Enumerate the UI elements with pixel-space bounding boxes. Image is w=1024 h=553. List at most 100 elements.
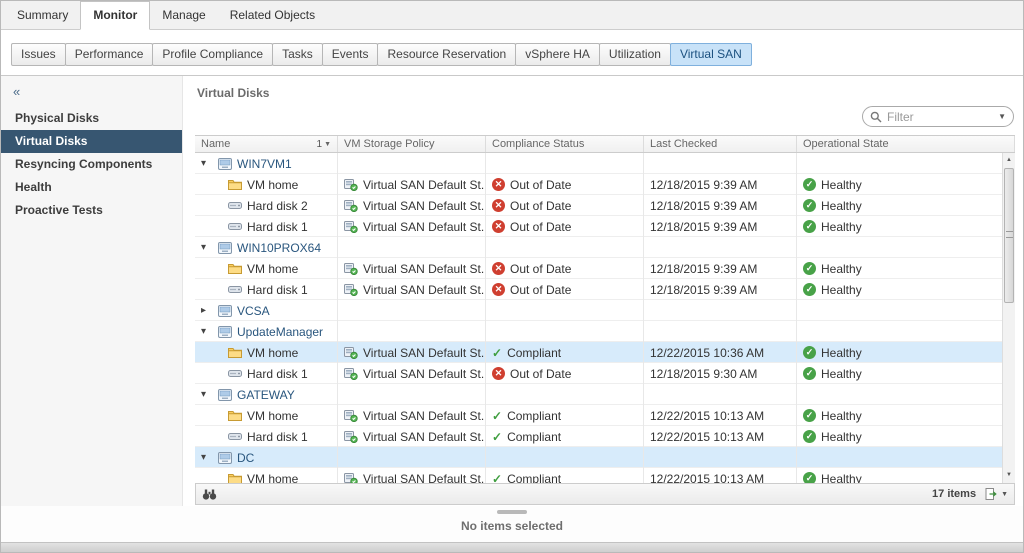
folder-icon xyxy=(228,347,242,358)
compliance-cell: ✓Compliant xyxy=(486,405,644,426)
filter-box[interactable]: ▼ xyxy=(862,106,1014,127)
op-state-text: Healthy xyxy=(821,472,862,485)
sidebar-item-resyncing-components[interactable]: Resyncing Components xyxy=(1,153,182,176)
tab-related-objects[interactable]: Related Objects xyxy=(218,2,327,29)
find-icon[interactable] xyxy=(202,489,217,500)
disk-icon xyxy=(228,221,242,232)
last-checked-cell: 12/22/2015 10:36 AM xyxy=(644,342,797,363)
table-scrollbar[interactable]: ▲ ▼ xyxy=(1002,153,1015,483)
subtab-utilization[interactable]: Utilization xyxy=(599,43,671,66)
subtab-vsphere-ha[interactable]: vSphere HA xyxy=(515,43,600,66)
vm-icon xyxy=(218,158,232,170)
name-cell: ▾WIN7VM1 xyxy=(195,153,338,174)
policy-cell: Virtual SAN Default St... xyxy=(338,216,486,237)
subtab-issues[interactable]: Issues xyxy=(11,43,66,66)
subtab-profile-compliance[interactable]: Profile Compliance xyxy=(152,43,273,66)
op-state-cell: ✓Healthy xyxy=(797,258,1015,279)
name-cell: VM home xyxy=(195,342,338,363)
chevron-down-icon[interactable]: ▾ xyxy=(201,389,213,400)
op-state-cell: ✓Healthy xyxy=(797,468,1015,484)
filter-dropdown-icon[interactable]: ▼ xyxy=(998,112,1006,121)
compliance-cell xyxy=(486,237,644,258)
scroll-down-icon[interactable]: ▼ xyxy=(1003,469,1015,482)
policy-icon xyxy=(344,431,358,443)
row-name: VM home xyxy=(247,472,298,485)
policy-cell: Virtual SAN Default St... xyxy=(338,342,486,363)
healthy-icon: ✓ xyxy=(803,409,816,422)
subtab-performance[interactable]: Performance xyxy=(65,43,154,66)
table-row[interactable]: VM homeVirtual SAN Default St...✓Complia… xyxy=(195,405,1015,426)
policy-cell: Virtual SAN Default St... xyxy=(338,363,486,384)
table-row[interactable]: VM homeVirtual SAN Default St...✓Complia… xyxy=(195,468,1015,484)
name-cell: ▾DC xyxy=(195,447,338,468)
splitter-handle[interactable] xyxy=(497,510,527,514)
op-state-cell xyxy=(797,384,1015,405)
table-row[interactable]: ▾WIN10PROX64 xyxy=(195,237,1015,258)
sidebar-item-proactive-tests[interactable]: Proactive Tests xyxy=(1,199,182,222)
chevron-right-icon[interactable]: ▸ xyxy=(201,305,213,316)
table-row[interactable]: VM homeVirtual SAN Default St...✕Out of … xyxy=(195,258,1015,279)
policy-cell: Virtual SAN Default St... xyxy=(338,426,486,447)
table-row[interactable]: VM homeVirtual SAN Default St...✕Out of … xyxy=(195,174,1015,195)
name-cell: VM home xyxy=(195,258,338,279)
table-row[interactable]: Hard disk 1Virtual SAN Default St...✕Out… xyxy=(195,216,1015,237)
scroll-up-icon[interactable]: ▲ xyxy=(1003,154,1015,167)
policy-icon xyxy=(344,410,358,422)
name-cell: Hard disk 1 xyxy=(195,279,338,300)
chevron-down-icon[interactable]: ▾ xyxy=(201,158,213,169)
column-header-last-checked[interactable]: Last Checked xyxy=(644,136,797,152)
column-header-vm-storage-policy[interactable]: VM Storage Policy xyxy=(338,136,486,152)
chevron-down-icon[interactable]: ▾ xyxy=(201,452,213,463)
scroll-thumb[interactable] xyxy=(1004,168,1014,303)
column-label: VM Storage Policy xyxy=(344,138,434,150)
compliant-check-icon: ✓ xyxy=(492,346,502,360)
op-state-text: Healthy xyxy=(821,346,862,360)
op-state-text: Healthy xyxy=(821,367,862,381)
tab-monitor[interactable]: Monitor xyxy=(80,1,150,30)
sidebar-collapse-button[interactable]: « xyxy=(1,82,182,107)
op-state-text: Healthy xyxy=(821,262,862,276)
column-header-compliance-status[interactable]: Compliance Status xyxy=(486,136,644,152)
name-cell: VM home xyxy=(195,174,338,195)
subtab-resource-reservation[interactable]: Resource Reservation xyxy=(377,43,516,66)
compliance-cell: ✕Out of Date xyxy=(486,195,644,216)
table-row[interactable]: Hard disk 1Virtual SAN Default St...✕Out… xyxy=(195,279,1015,300)
subtab-virtual-san[interactable]: Virtual SAN xyxy=(670,43,752,66)
op-state-cell: ✓Healthy xyxy=(797,279,1015,300)
name-cell: ▸VCSA xyxy=(195,300,338,321)
table-row[interactable]: ▾UpdateManager xyxy=(195,321,1015,342)
compliance-cell xyxy=(486,384,644,405)
op-state-cell xyxy=(797,153,1015,174)
chevron-down-icon[interactable]: ▾ xyxy=(201,242,213,253)
healthy-icon: ✓ xyxy=(803,199,816,212)
table-row[interactable]: Hard disk 1Virtual SAN Default St...✕Out… xyxy=(195,363,1015,384)
table-row[interactable]: ▾WIN7VM1 xyxy=(195,153,1015,174)
column-header-name[interactable]: Name1▼ xyxy=(195,136,338,152)
items-count: 17 items xyxy=(932,488,976,500)
table-row[interactable]: ▾GATEWAY xyxy=(195,384,1015,405)
filter-input[interactable] xyxy=(887,110,993,124)
name-cell: Hard disk 1 xyxy=(195,426,338,447)
policy-cell xyxy=(338,447,486,468)
folder-icon xyxy=(228,179,242,190)
table-row[interactable]: VM homeVirtual SAN Default St...✓Complia… xyxy=(195,342,1015,363)
table-row[interactable]: ▾DC xyxy=(195,447,1015,468)
chevron-down-icon[interactable]: ▾ xyxy=(201,326,213,337)
table-row[interactable]: Hard disk 1Virtual SAN Default St...✓Com… xyxy=(195,426,1015,447)
table-row[interactable]: Hard disk 2Virtual SAN Default St...✕Out… xyxy=(195,195,1015,216)
sidebar-item-health[interactable]: Health xyxy=(1,176,182,199)
table-row[interactable]: ▸VCSA xyxy=(195,300,1015,321)
column-header-operational-state[interactable]: Operational State xyxy=(797,136,1015,152)
policy-text: Virtual SAN Default St... xyxy=(363,283,486,297)
subtab-events[interactable]: Events xyxy=(322,43,379,66)
subtab-tasks[interactable]: Tasks xyxy=(272,43,323,66)
sidebar-item-virtual-disks[interactable]: Virtual Disks xyxy=(1,130,182,153)
healthy-icon: ✓ xyxy=(803,346,816,359)
tab-summary[interactable]: Summary xyxy=(5,2,80,29)
export-button[interactable]: ▼ xyxy=(985,488,1008,500)
policy-cell xyxy=(338,237,486,258)
last-checked-text: 12/18/2015 9:39 AM xyxy=(650,220,757,234)
sidebar-item-physical-disks[interactable]: Physical Disks xyxy=(1,107,182,130)
tab-manage[interactable]: Manage xyxy=(150,2,217,29)
column-label: Compliance Status xyxy=(492,138,584,150)
